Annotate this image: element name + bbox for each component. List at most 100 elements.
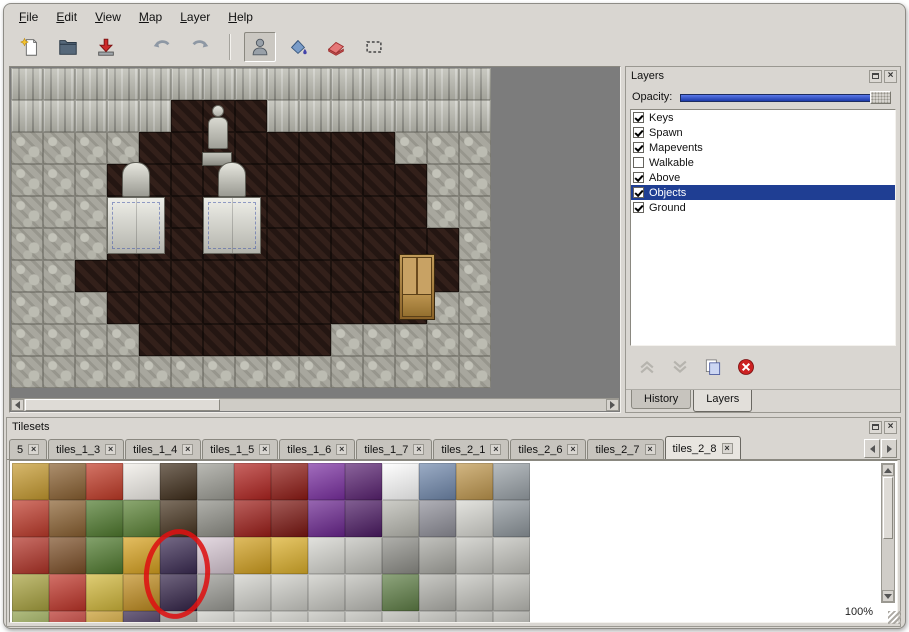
tileset-tile[interactable] <box>345 463 382 500</box>
map-tile[interactable] <box>363 68 395 100</box>
map-tile[interactable] <box>459 196 491 228</box>
map-tile[interactable] <box>427 132 459 164</box>
tileset-tile[interactable] <box>308 500 345 537</box>
tab-scroll-left-button[interactable] <box>864 439 880 458</box>
map-tile[interactable] <box>75 228 107 260</box>
tileset-tile[interactable] <box>234 574 271 611</box>
map-tile[interactable] <box>331 164 363 196</box>
map-tile[interactable] <box>267 292 299 324</box>
map-tile[interactable] <box>331 228 363 260</box>
tileset-tile[interactable] <box>86 537 123 574</box>
map-tile[interactable] <box>203 68 235 100</box>
map-tile[interactable] <box>75 132 107 164</box>
map-tile[interactable] <box>299 356 331 388</box>
map-tile[interactable] <box>11 164 43 196</box>
map-tile[interactable] <box>43 132 75 164</box>
raise-layer-button[interactable] <box>636 356 660 380</box>
tileset-tile[interactable] <box>456 611 493 623</box>
map-tile[interactable] <box>299 324 331 356</box>
map-tile[interactable] <box>267 260 299 292</box>
map-tile[interactable] <box>299 292 331 324</box>
map-tile[interactable] <box>331 196 363 228</box>
map-tile[interactable] <box>427 356 459 388</box>
map-tile[interactable] <box>459 132 491 164</box>
map-tile[interactable] <box>107 132 139 164</box>
tileset-tile[interactable] <box>12 611 49 623</box>
tileset-tile[interactable] <box>419 500 456 537</box>
tab-close-icon[interactable]: × <box>645 444 656 455</box>
map-tile[interactable] <box>395 356 427 388</box>
map-tile[interactable] <box>395 324 427 356</box>
map-tile[interactable] <box>267 196 299 228</box>
map-tile[interactable] <box>171 164 203 196</box>
close-panel-button[interactable]: × <box>884 70 897 83</box>
tileset-tab-tiles_1_4[interactable]: tiles_1_4× <box>125 439 201 459</box>
map-tile[interactable] <box>75 100 107 132</box>
tileset-tile[interactable] <box>493 574 530 611</box>
map-tile[interactable] <box>235 324 267 356</box>
layer-row-ground[interactable]: Ground <box>631 200 895 215</box>
map-tile[interactable] <box>139 356 171 388</box>
map-tile[interactable] <box>75 164 107 196</box>
map-tile[interactable] <box>75 356 107 388</box>
map-tile[interactable] <box>43 228 75 260</box>
map-tile[interactable] <box>363 196 395 228</box>
tileset-tile[interactable] <box>456 463 493 500</box>
tileset-tile[interactable] <box>86 574 123 611</box>
tileset-tile[interactable] <box>49 500 86 537</box>
tileset-tile[interactable] <box>456 537 493 574</box>
map-tile[interactable] <box>331 100 363 132</box>
map-tile[interactable] <box>171 292 203 324</box>
tileset-tile[interactable] <box>197 463 234 500</box>
window-resize-grip[interactable] <box>888 611 901 624</box>
tileset-tile[interactable] <box>308 574 345 611</box>
tileset-tile[interactable] <box>382 463 419 500</box>
map-tile[interactable] <box>363 292 395 324</box>
map-tile[interactable] <box>299 260 331 292</box>
map-tile[interactable] <box>43 292 75 324</box>
scroll-down-icon[interactable] <box>882 590 894 602</box>
map-tile[interactable] <box>299 228 331 260</box>
tileset-tile[interactable] <box>308 537 345 574</box>
tileset-tile[interactable] <box>419 537 456 574</box>
tileset-tile[interactable] <box>271 463 308 500</box>
map-tile[interactable] <box>267 324 299 356</box>
tab-close-icon[interactable]: × <box>182 444 193 455</box>
layer-row-spawn[interactable]: Spawn <box>631 125 895 140</box>
map-tile[interactable] <box>267 68 299 100</box>
layer-row-keys[interactable]: Keys <box>631 110 895 125</box>
tileset-tile[interactable] <box>234 463 271 500</box>
tileset-tile[interactable] <box>493 537 530 574</box>
new-map-button[interactable] <box>14 32 46 62</box>
map-tile[interactable] <box>107 100 139 132</box>
map-tile[interactable] <box>267 100 299 132</box>
tileset-tile[interactable] <box>49 611 86 623</box>
map-tile[interactable] <box>299 196 331 228</box>
tileset-tile[interactable] <box>49 537 86 574</box>
tab-history[interactable]: History <box>631 390 691 409</box>
map-tile[interactable] <box>459 100 491 132</box>
map-tile[interactable] <box>459 356 491 388</box>
tileset-tile[interactable] <box>493 500 530 537</box>
map-tile[interactable] <box>299 68 331 100</box>
map-tile[interactable] <box>459 164 491 196</box>
map-tile[interactable] <box>75 292 107 324</box>
map-tile[interactable] <box>139 260 171 292</box>
scroll-up-icon[interactable] <box>882 464 894 476</box>
open-map-button[interactable] <box>52 32 84 62</box>
map-tile[interactable] <box>395 164 427 196</box>
map-tile[interactable] <box>171 356 203 388</box>
map-tile[interactable] <box>11 68 43 100</box>
map-tile[interactable] <box>427 100 459 132</box>
delete-layer-button[interactable] <box>735 356 759 380</box>
layer-visibility-checkbox[interactable] <box>633 127 644 138</box>
map-tile[interactable] <box>43 356 75 388</box>
eraser-tool-button[interactable] <box>320 32 352 62</box>
tileset-canvas[interactable] <box>10 461 897 622</box>
tileset-tile[interactable] <box>271 611 308 623</box>
map-canvas[interactable] <box>11 68 491 388</box>
tab-close-icon[interactable]: × <box>336 444 347 455</box>
tileset-tab-5[interactable]: 5× <box>9 439 47 459</box>
tileset-tile[interactable] <box>197 500 234 537</box>
tileset-tab-tiles_1_5[interactable]: tiles_1_5× <box>202 439 278 459</box>
